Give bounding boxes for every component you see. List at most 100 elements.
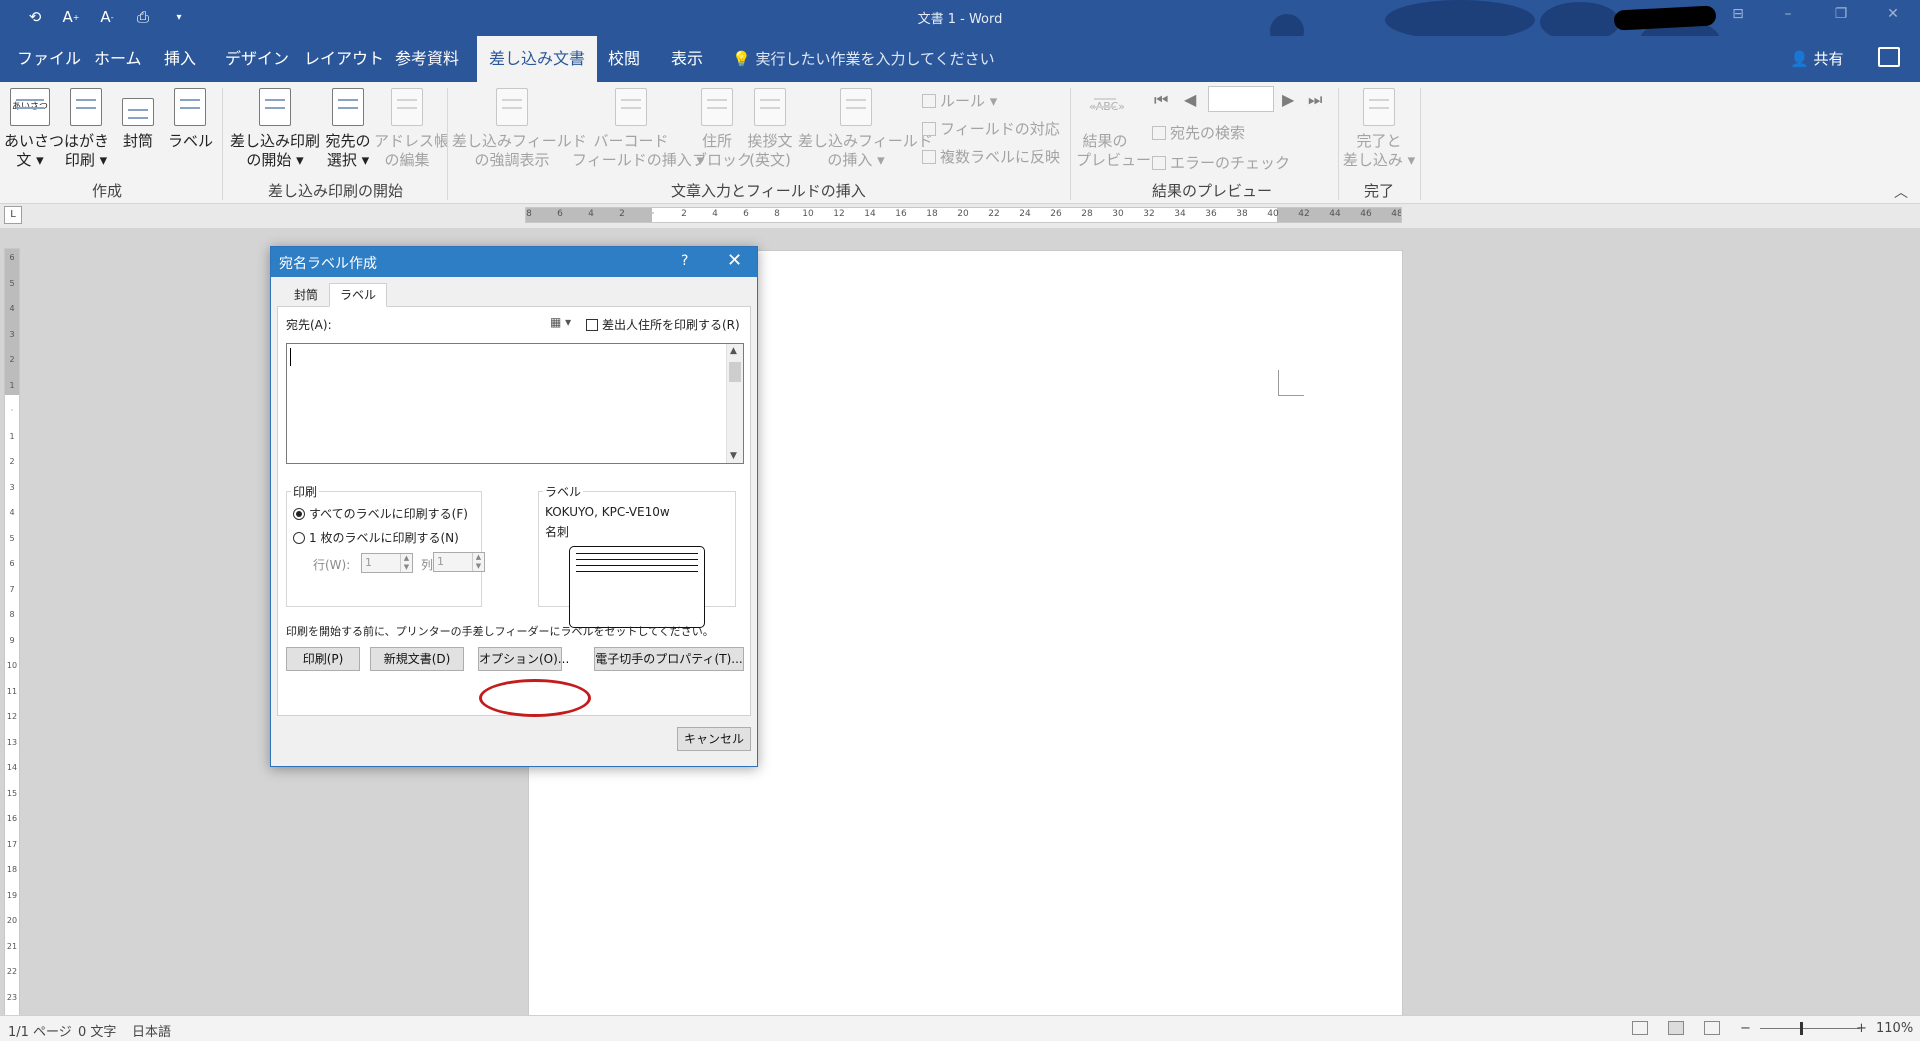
highlight-merge-fields-button[interactable]: 差し込みフィールド の強調表示 xyxy=(452,88,587,170)
tab-layout[interactable]: レイアウト xyxy=(300,36,388,82)
scroll-up-icon[interactable]: ▲ xyxy=(730,346,737,356)
tell-me-text: 実行したい作業を入力してください xyxy=(755,50,995,68)
options-button[interactable]: オプション(O)... xyxy=(478,647,569,671)
finish-label-2: 差し込み ▾ xyxy=(1342,151,1416,169)
col-spinner[interactable]: 1 ▲ ▼ xyxy=(433,552,485,572)
last-record-icon[interactable]: ⏭ xyxy=(1308,90,1322,110)
word-count[interactable]: 0 文字 xyxy=(78,1021,116,1040)
insert-merge-field-button[interactable]: 差し込みフィールド の挿入 ▾ xyxy=(798,88,933,170)
find-recipient-label: 宛先の検索 xyxy=(1170,124,1246,142)
rules-label: ルール ▾ xyxy=(940,92,998,110)
web-layout-icon[interactable] xyxy=(1704,1021,1720,1035)
share-button[interactable]: 👤 共有 xyxy=(1790,36,1843,82)
label-group[interactable]: ラベル KOKUYO, KPC-VE10w 名刺 xyxy=(538,483,736,628)
tab-home[interactable]: ホーム xyxy=(90,36,146,82)
single-label-option[interactable]: 1 枚のラベルに印刷する(N) xyxy=(293,529,459,546)
group-separator xyxy=(1338,88,1339,200)
next-record-icon[interactable]: ▶ xyxy=(1282,90,1294,109)
ruler-tick: 22 xyxy=(988,209,1000,219)
tell-me-box[interactable]: 💡 実行したい作業を入力してください xyxy=(732,36,995,82)
ruler-tick: · xyxy=(10,406,14,415)
scroll-thumb[interactable] xyxy=(729,362,741,382)
full-page-radio[interactable] xyxy=(293,508,305,520)
tab-references[interactable]: 参考資料 xyxy=(391,36,463,82)
barcode-field-button[interactable]: バーコード フィールドの挿入 ▾ xyxy=(572,88,704,170)
rules-button[interactable]: ルール ▾ xyxy=(922,90,997,111)
vertical-ruler[interactable]: 6 5 4 3 2 1 · 1 2 3 4 5 6 7 8 9 10 11 12 13 14 15 16 17 18 19 20 21… xyxy=(4,248,20,1016)
new-document-button[interactable]: 新規文書(D) xyxy=(370,647,464,671)
tab-envelopes[interactable]: 封筒 xyxy=(283,283,329,307)
col-spin-arrows[interactable]: ▲ ▼ xyxy=(472,553,484,571)
zoom-out-button[interactable]: − xyxy=(1740,1021,1751,1036)
close-window-icon[interactable]: ✕ xyxy=(1880,6,1906,28)
ruler-tick: 12 xyxy=(833,209,845,219)
tab-selector[interactable]: L xyxy=(4,206,22,224)
previous-record-icon[interactable]: ◀ xyxy=(1184,90,1196,109)
help-icon[interactable]: ? xyxy=(681,253,688,269)
postcard-print-button[interactable]: はがき 印刷 ▾ xyxy=(64,88,109,170)
tab-design[interactable]: デザイン xyxy=(221,36,293,82)
edit-recipient-list-button[interactable]: アドレス帳 の編集 xyxy=(374,88,449,170)
preview-label-1: 結果の xyxy=(1082,132,1128,150)
greeting-line-button[interactable]: 挨拶文 (英文) xyxy=(744,88,796,170)
first-record-icon[interactable]: ⏮ xyxy=(1154,90,1168,110)
zoom-in-button[interactable]: + xyxy=(1856,1021,1867,1036)
print-button[interactable]: 印刷(P) xyxy=(286,647,360,671)
zoom-slider-track[interactable] xyxy=(1760,1028,1860,1029)
envelopes-button[interactable]: 封筒 xyxy=(118,88,158,151)
row-spinner[interactable]: 1 ▲ ▼ xyxy=(361,553,413,573)
tab-mailings[interactable]: 差し込み文書 xyxy=(477,36,598,82)
ruler-tick: 17 xyxy=(6,839,18,849)
recipients-icon xyxy=(332,88,364,126)
update-labels-button[interactable]: 複数ラベルに反映 xyxy=(922,146,1060,167)
tab-labels[interactable]: ラベル xyxy=(329,283,388,307)
tab-view[interactable]: 表示 xyxy=(667,36,707,82)
epostage-properties-button[interactable]: 電子切手のプロパティ(T)... xyxy=(594,647,744,671)
ribbon-tabs: ファイル ホーム 挿入 デザイン レイアウト 参考資料 差し込み文書 校閲 表示… xyxy=(0,36,1920,82)
find-recipient-button[interactable]: 宛先の検索 xyxy=(1152,122,1245,143)
match-fields-button[interactable]: フィールドの対応 xyxy=(922,118,1060,139)
single-label-radio[interactable] xyxy=(293,532,305,544)
label-preview[interactable] xyxy=(569,546,705,628)
row-spin-arrows[interactable]: ▲ ▼ xyxy=(400,554,412,572)
full-page-option[interactable]: すべてのラベルに印刷する(F) xyxy=(293,505,468,522)
preview-results-button[interactable]: «ABC» 結果の プレビュー xyxy=(1076,88,1151,170)
start-mail-merge-button[interactable]: 差し込み印刷 の開始 ▾ xyxy=(228,88,322,170)
finish-merge-button[interactable]: 完了と 差し込み ▾ xyxy=(1342,88,1416,170)
tab-file[interactable]: ファイル xyxy=(13,36,85,82)
close-icon[interactable]: ✕ xyxy=(727,250,742,271)
language[interactable]: 日本語 xyxy=(132,1021,171,1040)
greeting-card-button[interactable]: あいさつ あいさつ 文 ▾ xyxy=(4,88,64,170)
select-rec-label-1: 宛先の xyxy=(325,132,371,150)
address-book-icon[interactable]: ▦ ▾ xyxy=(550,315,571,329)
cancel-button[interactable]: キャンセル xyxy=(677,727,751,751)
dialog-title-bar[interactable]: 宛名ラベル作成 ? ✕ xyxy=(271,247,757,277)
group-separator xyxy=(1070,88,1071,200)
address-label: 宛先(A): xyxy=(286,318,332,332)
read-mode-icon[interactable] xyxy=(1632,1021,1648,1035)
address-block-button[interactable]: 住所 ブロック xyxy=(692,88,752,170)
select-recipients-button[interactable]: 宛先の 選択 ▾ xyxy=(324,88,372,170)
print-layout-icon[interactable] xyxy=(1668,1021,1684,1035)
zoom-slider-thumb[interactable] xyxy=(1800,1022,1803,1035)
comments-icon[interactable] xyxy=(1878,47,1900,67)
ribbon-display-options-icon[interactable]: ⊟ xyxy=(1725,6,1751,28)
envelope-icon xyxy=(122,98,154,126)
use-return-address[interactable]: 差出人住所を印刷する(R) xyxy=(586,316,740,333)
address-textarea[interactable]: ▲ ▼ xyxy=(286,343,744,464)
labels-button[interactable]: ラベル xyxy=(168,88,213,151)
restore-icon[interactable]: ❐ xyxy=(1828,6,1854,28)
record-number-input[interactable] xyxy=(1208,86,1274,112)
scroll-down-icon[interactable]: ▼ xyxy=(730,451,737,461)
use-return-address-checkbox[interactable] xyxy=(586,319,598,331)
page-count[interactable]: 1/1 ページ xyxy=(8,1021,72,1040)
tab-insert[interactable]: 挿入 xyxy=(160,36,200,82)
address-scrollbar[interactable]: ▲ ▼ xyxy=(726,344,743,463)
zoom-level[interactable]: 110% xyxy=(1876,1021,1913,1036)
minimize-icon[interactable]: – xyxy=(1775,6,1801,28)
collapse-ribbon-icon[interactable]: ︿ xyxy=(1894,182,1908,202)
group-separator xyxy=(447,88,448,200)
check-errors-button[interactable]: エラーのチェック xyxy=(1152,152,1290,173)
tab-review[interactable]: 校閲 xyxy=(604,36,644,82)
horizontal-ruler[interactable]: 8 6 4 2 · 2 4 6 8 10 12 14 16 18 20 22 24 26 28 30 32 34 36 38 4… xyxy=(525,207,1402,223)
